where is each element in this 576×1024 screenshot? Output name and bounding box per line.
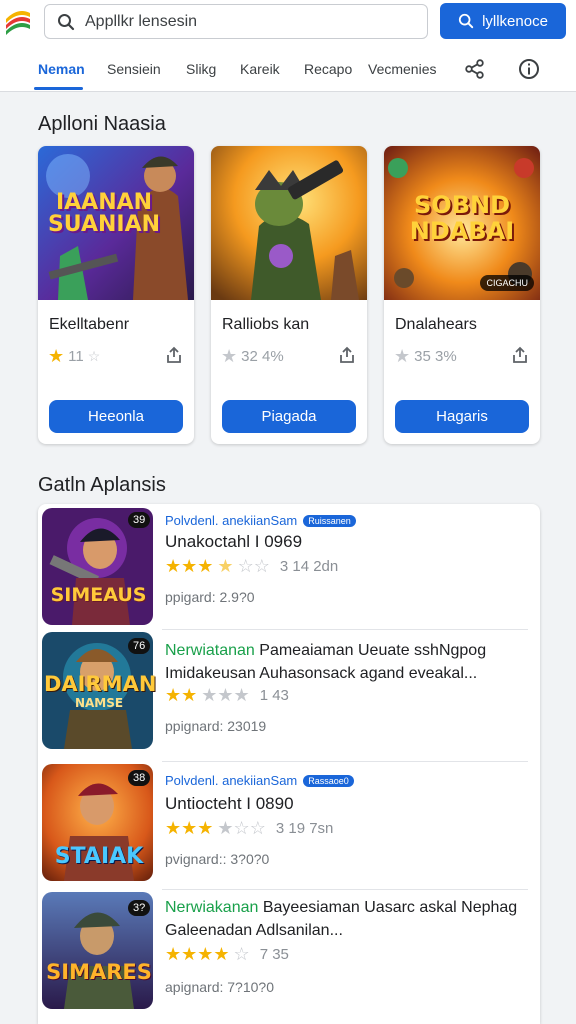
- search-input[interactable]: [85, 11, 415, 33]
- app-list: SIMEAUS 39 Polvdenl. anekiianSam Ruissan…: [38, 504, 540, 1024]
- tab-vecmenies[interactable]: Vecmenies: [368, 61, 436, 77]
- rating-value: 3 19 7sn: [275, 820, 334, 837]
- tab-sensiein[interactable]: Sensiein: [107, 61, 161, 77]
- featured-app-card[interactable]: SOBND NDABAI CIGACHU Dnalahears ★ 35 3% …: [384, 146, 540, 444]
- rating-value: 3 14 2dn: [279, 558, 339, 575]
- thumbnail-title: SIMARES: [46, 960, 152, 984]
- search-icon: [58, 14, 75, 31]
- star-icon: ★: [48, 346, 65, 366]
- tab-slikg[interactable]: Slikg: [186, 61, 216, 77]
- thumbnail-title: DAIRMAN: [44, 672, 157, 696]
- rank-badge: 76: [128, 638, 151, 654]
- thumbnail-title: SIMEAUS: [50, 584, 147, 606]
- developer-tag: Ruissanen: [303, 514, 356, 527]
- star-icon: ★★: [165, 685, 198, 705]
- app-logo-icon[interactable]: [4, 5, 32, 37]
- tab-neman[interactable]: Neman: [38, 61, 85, 77]
- developer-line: Polvdenl. anekiianSam Ruissanen: [165, 513, 356, 528]
- artwork-title: SOBND NDABAI: [409, 191, 515, 245]
- app-description-block: Nerwiakanan Bayeesiaman Uasarc askal Nep…: [165, 896, 535, 942]
- list-item[interactable]: SIMEAUS 39 Polvdenl. anekiianSam Ruissan…: [38, 504, 540, 636]
- app-rating: ★ 35 3%: [394, 346, 457, 367]
- install-button[interactable]: Heeonla: [49, 400, 183, 433]
- search-button[interactable]: lyllkenoce: [440, 3, 566, 39]
- app-name: Dnalahears: [395, 316, 477, 333]
- share-icon[interactable]: [511, 346, 529, 364]
- install-button[interactable]: Piagada: [222, 400, 356, 433]
- tab-kareik[interactable]: Kareik: [240, 61, 280, 77]
- app-meta: ppigard: 2.9?0: [165, 589, 255, 605]
- rank-badge: 39: [128, 512, 151, 528]
- star-icon: ★★★: [165, 818, 214, 838]
- row-divider: [162, 889, 528, 890]
- share-icon[interactable]: [338, 346, 356, 364]
- star-outline-icon: ☆: [87, 348, 101, 364]
- app-rating: ★★★ ★ ☆☆ 3 14 2dn: [165, 556, 338, 577]
- developer-line: Polvdenl. anekiianSam Rassaoe0: [165, 773, 354, 788]
- star-icon: ★★★: [165, 556, 214, 576]
- featured-app-card[interactable]: Ralliobs kan ★ 32 4% Piagada: [211, 146, 367, 444]
- rating-value: 35 3%: [414, 348, 457, 365]
- app-meta: pvignard:: 3?0?0: [165, 851, 270, 867]
- star-half-icon: ★: [217, 556, 234, 576]
- app-name: Ekelltabenr: [49, 316, 130, 333]
- star-icon: ★★★★: [165, 944, 230, 964]
- developer-name[interactable]: Nerwiatanan: [165, 642, 255, 659]
- artwork-title: IAANAN SUANIAN: [47, 190, 161, 237]
- developer-tag: Rassaoe0: [303, 774, 354, 787]
- app-meta: apignard: 7?10?0: [165, 979, 274, 995]
- developer-name[interactable]: Polvdenl. anekiianSam: [165, 513, 297, 528]
- thumbnail-title: STAIAK: [54, 844, 144, 869]
- category-tabs: Neman Sensiein Slikg Kareik Recapo Vecme…: [0, 44, 576, 92]
- search-button-label: lyllkenoce: [482, 12, 548, 30]
- share-icon[interactable]: [464, 58, 486, 80]
- list-section-title: Gatln Aplansis: [38, 474, 166, 496]
- app-rating: ★ 32 4%: [221, 346, 284, 367]
- image-badge: CIGACHU: [480, 275, 534, 291]
- rank-badge: 38: [128, 770, 151, 786]
- featured-app-card[interactable]: IAANAN SUANIAN Ekelltabenr ★ 11 ☆ Heeonl…: [38, 146, 194, 444]
- tab-recapo[interactable]: Recapo: [304, 61, 352, 77]
- developer-name[interactable]: Nerwiakanan: [165, 899, 258, 916]
- app-rating: ★★★★ ☆ 7 35: [165, 944, 289, 965]
- game-artwork: [211, 146, 367, 300]
- search-box[interactable]: [44, 4, 428, 39]
- thumbnail-subtitle: NAMSE: [74, 696, 124, 710]
- list-item[interactable]: SIMARES 3? Nerwiakanan Bayeesiaman Uasar…: [38, 892, 540, 1024]
- app-meta: ppignard: 23019: [165, 718, 267, 734]
- app-name: Ralliobs kan: [222, 316, 310, 333]
- search-button-icon: [458, 13, 474, 29]
- rating-value: 11: [68, 348, 84, 365]
- list-item[interactable]: STAIAK 38 Polvdenl. anekiianSam Rassaoe0…: [38, 762, 540, 894]
- install-button[interactable]: Hagaris: [395, 400, 529, 433]
- star-icon: ★: [394, 346, 411, 366]
- star-outline-icon: ★☆☆: [217, 818, 266, 838]
- app-rating: ★ 11 ☆: [48, 346, 100, 367]
- rating-value: 32 4%: [241, 348, 284, 365]
- top-bar: lyllkenoce: [0, 0, 576, 44]
- star-outline-icon: ☆: [233, 944, 250, 964]
- rank-badge: 3?: [128, 900, 151, 916]
- app-rating: ★★ ★★★ 1 43: [165, 685, 289, 706]
- developer-name[interactable]: Polvdenl. anekiianSam: [165, 773, 297, 788]
- star-icon: ★: [221, 346, 238, 366]
- star-outline-icon: ☆☆: [237, 556, 270, 576]
- app-title: Untiocteht I 0890: [165, 794, 294, 813]
- rating-value: 7 35: [259, 946, 289, 963]
- app-description-block: Nerwiatanan Pameaiaman Ueuate sshNgpog I…: [165, 639, 535, 685]
- list-item[interactable]: DAIRMAN NAMSE 76 Nerwiatanan Pameaiaman …: [38, 630, 540, 762]
- info-icon[interactable]: [518, 58, 540, 80]
- app-title: Unakoctahl I 0969: [165, 532, 303, 551]
- active-tab-indicator: [34, 87, 83, 90]
- rating-value: 1 43: [259, 687, 289, 704]
- app-rating: ★★★ ★☆☆ 3 19 7sn: [165, 818, 333, 839]
- share-icon[interactable]: [165, 346, 183, 364]
- star-outline-icon: ★★★: [201, 685, 250, 705]
- featured-section-title: Aplloni Naasia: [38, 113, 166, 135]
